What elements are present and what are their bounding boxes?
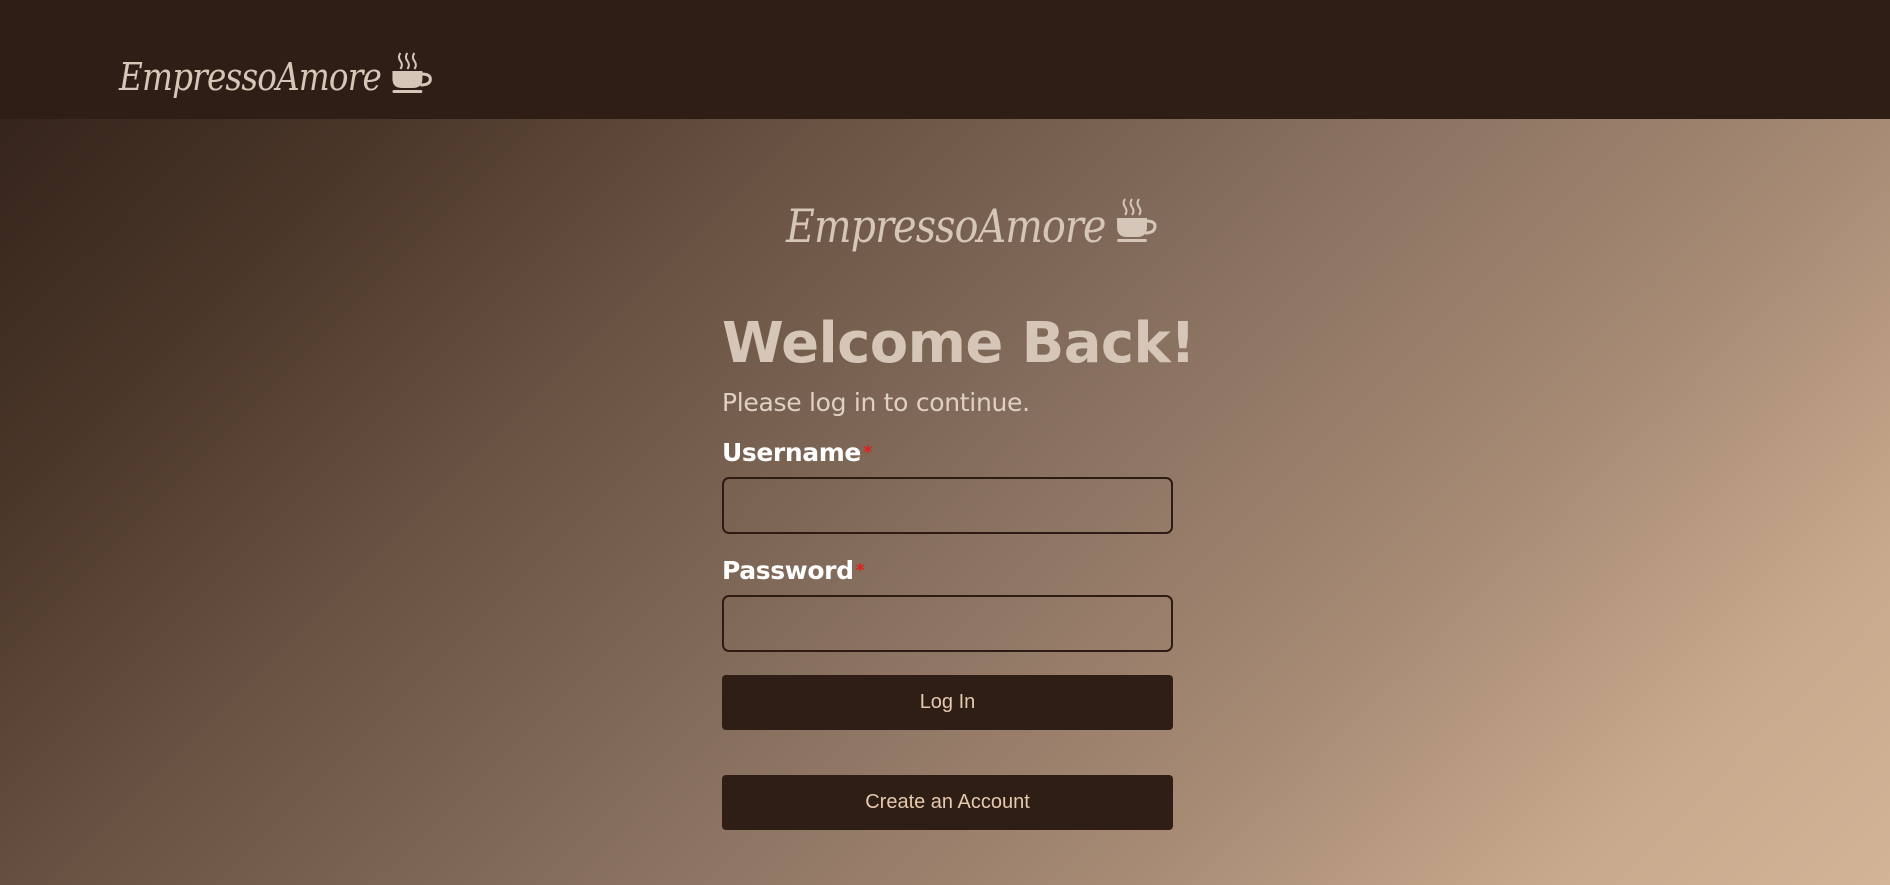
page-title: Welcome Back!	[722, 311, 1196, 376]
main-brand-name: EmpressoAmore	[786, 198, 1106, 253]
main-logo: EmpressoAmore	[786, 197, 1157, 254]
top-navbar: EmpressoAmore	[0, 0, 1890, 119]
password-input[interactable]	[722, 595, 1173, 652]
username-label: Username *	[722, 438, 1173, 468]
password-label: Password *	[722, 556, 1173, 586]
required-marker: *	[862, 442, 872, 463]
coffee-cup-icon	[1115, 197, 1157, 254]
login-button[interactable]: Log In	[722, 675, 1173, 730]
password-label-text: Password	[722, 556, 854, 585]
header-brand-name: EmpressoAmore	[119, 54, 382, 99]
login-form: Welcome Back! Please log in to continue.…	[722, 310, 1196, 830]
header-logo[interactable]: EmpressoAmore	[119, 50, 432, 103]
page-subtitle: Please log in to continue.	[722, 388, 1030, 417]
required-marker: *	[855, 560, 865, 581]
username-label-text: Username	[722, 438, 861, 467]
create-account-button[interactable]: Create an Account	[722, 775, 1173, 830]
coffee-cup-icon	[390, 50, 432, 103]
username-input[interactable]	[722, 477, 1173, 534]
